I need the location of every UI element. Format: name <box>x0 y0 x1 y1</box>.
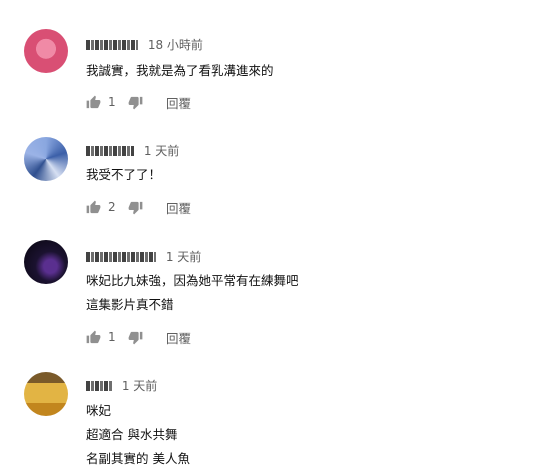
comment-text: 我受不了了！ <box>86 167 162 182</box>
thumbs-up-icon[interactable] <box>84 93 102 111</box>
comment-text: 咪妃比九妹強，因為她平常有在練舞吧 <box>86 273 299 288</box>
comment-text: 超適合 與水共舞 <box>86 427 178 442</box>
comment-text: 這集影片真不錯 <box>86 297 174 312</box>
comment-text: 我誠實，我就是為了看乳溝進來的 <box>86 63 274 78</box>
comment-header: 1 天前 <box>86 249 201 264</box>
comment-text: 咪妃 <box>86 403 112 418</box>
comment-header: 1 天前 <box>86 143 179 158</box>
comment-actions: 1 回覆 <box>84 92 191 112</box>
timestamp[interactable]: 1 天前 <box>166 250 201 264</box>
timestamp[interactable]: 1 天前 <box>144 144 179 158</box>
thumbs-down-icon[interactable] <box>126 328 144 346</box>
comment-actions: 1 回覆 <box>84 327 191 347</box>
author-name[interactable] <box>86 380 112 391</box>
reply-button[interactable]: 回覆 <box>166 328 191 347</box>
like-count: 1 <box>108 95 116 109</box>
timestamp[interactable]: 18 小時前 <box>148 38 203 52</box>
avatar[interactable] <box>24 137 68 181</box>
like-count: 1 <box>108 330 116 344</box>
comment-header: 1 天前 <box>86 378 157 393</box>
comment-text: 名副其實的 美人魚 <box>86 451 190 466</box>
thumbs-up-icon[interactable] <box>84 328 102 346</box>
comment-header: 18 小時前 <box>86 37 203 52</box>
reply-button[interactable]: 回覆 <box>166 93 191 112</box>
comment-actions: 2 回覆 <box>84 197 191 217</box>
author-name[interactable] <box>86 145 134 156</box>
thumbs-down-icon[interactable] <box>126 93 144 111</box>
thumbs-down-icon[interactable] <box>126 198 144 216</box>
avatar[interactable] <box>24 240 68 284</box>
reply-button[interactable]: 回覆 <box>166 198 191 217</box>
timestamp[interactable]: 1 天前 <box>122 379 157 393</box>
avatar[interactable] <box>24 29 68 73</box>
author-name[interactable] <box>86 251 156 262</box>
thumbs-up-icon[interactable] <box>84 198 102 216</box>
avatar[interactable] <box>24 372 68 416</box>
like-count: 2 <box>108 200 116 214</box>
author-name[interactable] <box>86 39 138 50</box>
